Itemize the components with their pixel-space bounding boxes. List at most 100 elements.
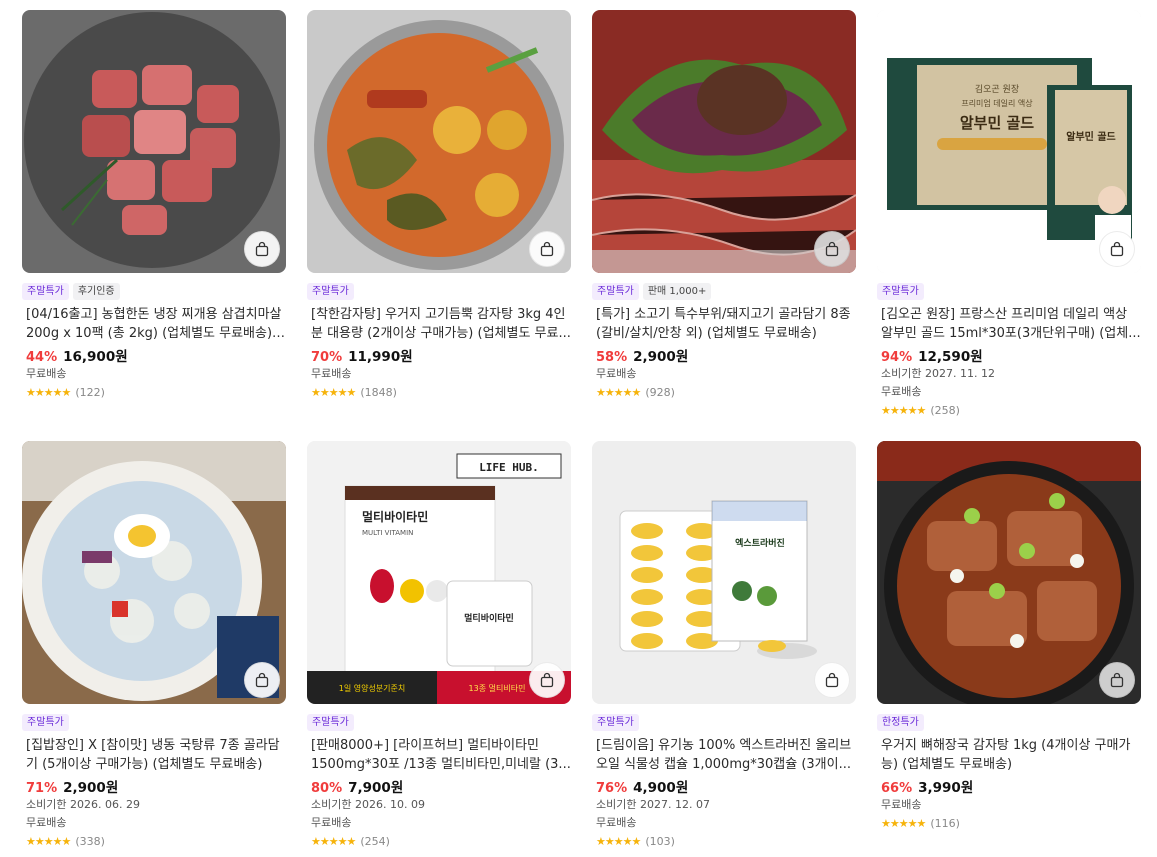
expiry-date: 소비기한 2027. 11. 12	[881, 367, 995, 380]
review-count: (928)	[645, 385, 675, 399]
price-row: 44% 16,900원	[22, 345, 286, 365]
review-count: (122)	[75, 385, 105, 399]
product-image[interactable]	[877, 441, 1141, 704]
product-title[interactable]: [김오곤 원장] 프랑스산 프리미엄 데일리 액상 알부민 골드 15ml*30…	[877, 305, 1141, 343]
grilled-beef-lettuce-wrap-image	[592, 10, 856, 273]
badge-row: 주말특가	[22, 714, 286, 731]
product-card[interactable]: 주말특가 [집밥장인] X [참이맛] 냉동 국탕류 7종 골라담기 (5개이상 …	[22, 441, 286, 850]
review-count: (258)	[930, 403, 960, 417]
shipping-info: 무료배송	[311, 816, 352, 829]
product-card[interactable]: 김오곤 원장 프리미엄 데일리 액상 알부민 골드 알부민 골드 주말특가 [김오…	[877, 10, 1141, 419]
promo-badge: 주말특가	[307, 714, 354, 731]
product-grid: 주말특가 후기인증 [04/16출고] 농협한돈 냉장 찌개용 삼겹치마살 200g…	[0, 0, 1157, 857]
star-rating-icon: ★★★★★	[881, 403, 926, 417]
discount-rate: 94%	[881, 350, 913, 365]
add-to-cart-button[interactable]	[1099, 231, 1135, 267]
shipping-info: 무료배송	[596, 367, 637, 380]
star-rating-icon: ★★★★★	[26, 834, 71, 848]
star-rating-icon: ★★★★★	[26, 385, 71, 399]
rating: ★★★★★ (338)	[22, 832, 286, 850]
pork-bone-potato-stew-image	[307, 10, 571, 273]
shopping-bag-icon	[825, 241, 839, 257]
discount-rate: 44%	[26, 350, 58, 365]
svg-text:MULTI VITAMIN: MULTI VITAMIN	[362, 529, 413, 537]
sale-price: 3,990원	[918, 780, 974, 796]
add-to-cart-button[interactable]	[244, 231, 280, 267]
product-image[interactable]	[22, 10, 286, 273]
sale-price: 2,900원	[633, 349, 689, 365]
product-title[interactable]: [특가] 소고기 특수부위/돼지고기 골라담기 8종 (갈비/살치/안창 외) …	[592, 305, 856, 343]
product-image[interactable]: 엑스트라버진	[592, 441, 856, 704]
review-count: (254)	[360, 834, 390, 848]
product-title[interactable]: [04/16출고] 농협한돈 냉장 찌개용 삼겹치마살 200g x 10팩 (…	[22, 305, 286, 343]
add-to-cart-button[interactable]	[529, 662, 565, 698]
product-card[interactable]: 주말특가 판매 1,000+ [특가] 소고기 특수부위/돼지고기 골라담기 8종 …	[592, 10, 856, 401]
rating: ★★★★★ (122)	[22, 383, 286, 401]
rating: ★★★★★ (258)	[877, 401, 1141, 419]
svg-text:멀티바이타민: 멀티바이타민	[464, 612, 514, 624]
badge-row: 주말특가	[592, 714, 856, 731]
raw-pork-cubes-on-plate-image	[22, 10, 286, 273]
badge-row: 주말특가 판매 1,000+	[592, 283, 856, 300]
promo-badge: 후기인증	[72, 283, 120, 300]
multivitamin-box-image: LIFE HUB. 멀티바이타민 MULTI VITAMIN 멀티바이타민 1일…	[307, 441, 571, 704]
rating: ★★★★★ (1848)	[307, 383, 571, 401]
price-row: 94% 12,590원	[877, 345, 1141, 365]
rating: ★★★★★ (254)	[307, 832, 571, 850]
svg-text:엑스트라버진: 엑스트라버진	[735, 537, 785, 549]
badge-row: 한정특가	[877, 714, 1141, 731]
product-title[interactable]: 우거지 뼈해장국 감자탕 1kg (4개이상 구매가능) (업체별도 무료배송)	[877, 736, 1141, 774]
promo-badge: 판매 1,000+	[642, 283, 712, 300]
product-card[interactable]: 한정특가우거지 뼈해장국 감자탕 1kg (4개이상 구매가능) (업체별도 무…	[877, 441, 1141, 832]
review-count: (1848)	[360, 385, 397, 399]
product-title[interactable]: [드림이음] 유기농 100% 엑스트라버진 올리브 오일 식물성 캡슐 1,0…	[592, 736, 856, 774]
discount-rate: 71%	[26, 781, 58, 796]
shipping-info: 무료배송	[311, 367, 352, 380]
star-rating-icon: ★★★★★	[596, 385, 641, 399]
add-to-cart-button[interactable]	[1099, 662, 1135, 698]
promo-badge: 주말특가	[877, 283, 924, 300]
olive-oil-softgel-capsules-image: 엑스트라버진	[592, 441, 856, 704]
review-count: (116)	[930, 816, 960, 830]
product-image[interactable]	[592, 10, 856, 273]
star-rating-icon: ★★★★★	[596, 834, 641, 848]
review-count: (103)	[645, 834, 675, 848]
add-to-cart-button[interactable]	[529, 231, 565, 267]
expiry-date: 소비기한 2026. 06. 29	[26, 798, 140, 811]
star-rating-icon: ★★★★★	[311, 385, 356, 399]
price-row: 80% 7,900원	[307, 776, 571, 796]
svg-text:프리미엄 데일리 액상: 프리미엄 데일리 액상	[961, 98, 1033, 108]
rating: ★★★★★ (928)	[592, 383, 856, 401]
sale-price: 12,590원	[918, 349, 983, 365]
add-to-cart-button[interactable]	[814, 231, 850, 267]
product-image[interactable]: LIFE HUB. 멀티바이타민 MULTI VITAMIN 멀티바이타민 1일…	[307, 441, 571, 704]
product-card[interactable]: 주말특가 후기인증 [04/16출고] 농협한돈 냉장 찌개용 삼겹치마살 200g…	[22, 10, 286, 401]
product-title[interactable]: [집밥장인] X [참이맛] 냉동 국탕류 7종 골라담기 (5개이상 구매가능…	[22, 736, 286, 774]
star-rating-icon: ★★★★★	[311, 834, 356, 848]
product-title[interactable]: [판매8000+] [라이프허브] 멀티바이타민 1500mg*30포 /13종…	[307, 736, 571, 774]
promo-badge: 주말특가	[22, 714, 69, 731]
shipping-info: 무료배송	[596, 816, 637, 829]
shopping-bag-icon	[255, 672, 269, 688]
promo-badge: 주말특가	[22, 283, 69, 300]
product-image[interactable]	[307, 10, 571, 273]
price-row: 70% 11,990원	[307, 345, 571, 365]
svg-text:LIFE HUB.: LIFE HUB.	[479, 461, 539, 474]
sale-price: 16,900원	[63, 349, 128, 365]
rating: ★★★★★ (103)	[592, 832, 856, 850]
product-image[interactable]: 김오곤 원장 프리미엄 데일리 액상 알부민 골드 알부민 골드	[877, 10, 1141, 273]
pork-backbone-soup-pot-image	[877, 441, 1141, 704]
shipping-info: 무료배송	[26, 816, 67, 829]
product-title[interactable]: [착한감자탕] 우거지 고기듬뿍 감자탕 3kg 4인분 대용량 (2개이상 구…	[307, 305, 571, 343]
add-to-cart-button[interactable]	[244, 662, 280, 698]
shipping-info: 무료배송	[26, 367, 67, 380]
discount-rate: 70%	[311, 350, 343, 365]
albumin-gold-supplement-box-image: 김오곤 원장 프리미엄 데일리 액상 알부민 골드 알부민 골드	[877, 10, 1141, 273]
product-image[interactable]	[22, 441, 286, 704]
product-card[interactable]: 주말특가 [착한감자탕] 우거지 고기듬뿍 감자탕 3kg 4인분 대용량 (2개…	[307, 10, 571, 401]
add-to-cart-button[interactable]	[814, 662, 850, 698]
shopping-bag-icon	[540, 672, 554, 688]
price-row: 71% 2,900원	[22, 776, 286, 796]
product-card[interactable]: LIFE HUB. 멀티바이타민 MULTI VITAMIN 멀티바이타민 1일…	[307, 441, 571, 850]
product-card[interactable]: 엑스트라버진 주말특가 [드림이음] 유기농 100% 엑스트라버진 올리브 오일…	[592, 441, 856, 850]
